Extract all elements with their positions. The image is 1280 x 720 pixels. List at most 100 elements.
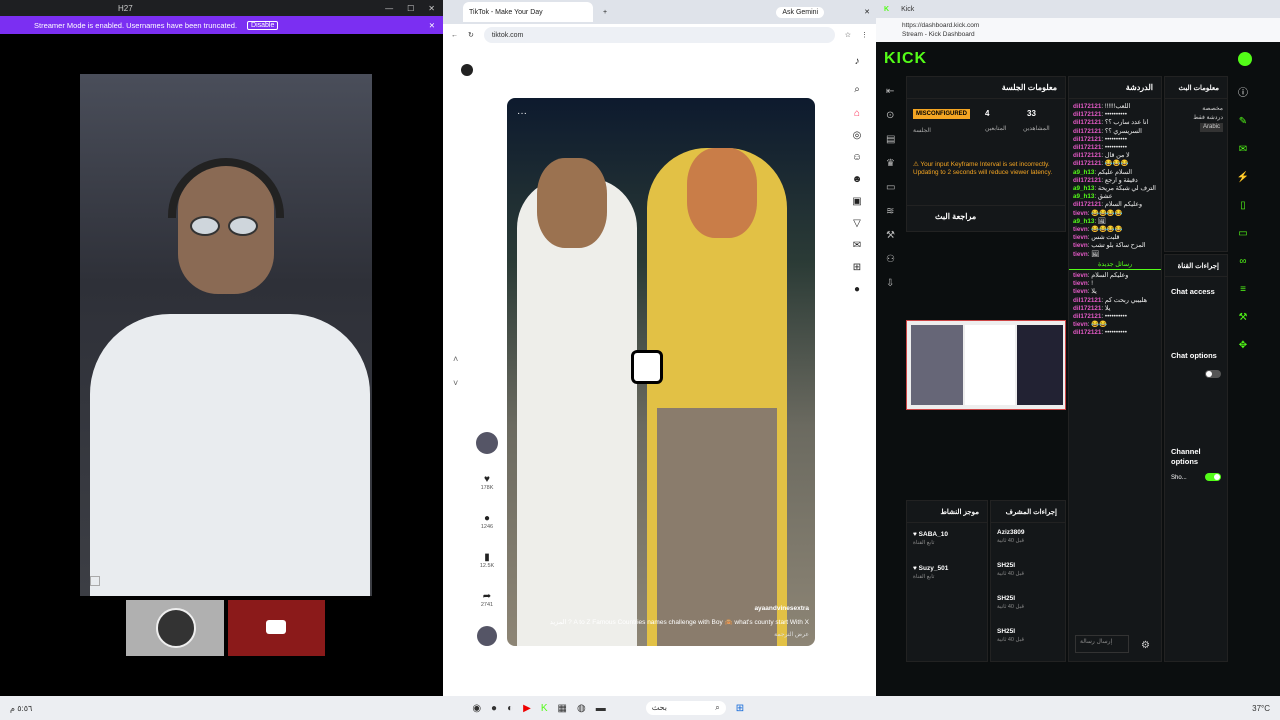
language-tag: Arabic (1199, 123, 1223, 132)
profile-dot[interactable] (461, 64, 473, 76)
friends-icon[interactable]: ☻ (849, 174, 865, 185)
messages-icon[interactable]: ✉ (849, 240, 865, 251)
new-tab-icon[interactable]: + (603, 9, 607, 16)
youtube-icon[interactable]: ▶ (523, 703, 531, 714)
link-icon[interactable]: ∞ (1232, 248, 1254, 276)
puzzle-icon[interactable]: ✥ (1232, 332, 1254, 360)
stream-icon[interactable]: ⊙ (886, 104, 902, 128)
minimize-icon[interactable]: — (385, 4, 393, 13)
music-avatar[interactable] (476, 626, 498, 646)
kick-subtitle: Stream - Kick Dashboard (902, 31, 975, 38)
mod-action-item[interactable]: Aziz3809 قبل 40 ثانية (997, 529, 1059, 562)
show-label: Sho... (1171, 475, 1187, 481)
reload-icon[interactable]: ↻ (468, 31, 474, 39)
bolt-icon[interactable]: ⚡ (1232, 164, 1254, 192)
scroll-up-icon[interactable]: ˄ (453, 354, 458, 364)
download-icon[interactable]: ⇩ (886, 272, 902, 296)
tool-icon[interactable]: ⚒ (1232, 304, 1254, 332)
review-header[interactable]: مراجعة البث (907, 205, 1065, 227)
chat-option-toggle[interactable] (1205, 370, 1221, 379)
list-icon[interactable]: ≡ (1232, 276, 1254, 304)
users-icon[interactable]: ⚇ (886, 248, 902, 272)
user-avatar[interactable] (1238, 52, 1252, 66)
close-icon[interactable]: ✕ (428, 4, 435, 13)
upload-icon[interactable]: ⊞ (849, 262, 865, 273)
trophy-icon[interactable]: ♛ (886, 152, 902, 176)
left-nav: ⇤ ⊙ ▤ ♛ ▭ ≋ ⚒ ⚇ ⇩ (886, 80, 902, 296)
mod-action-item[interactable]: SH25I قبل 40 ثانية (997, 595, 1059, 628)
scroll-down-icon[interactable]: ˅ (453, 378, 458, 388)
maximize-icon[interactable]: ☐ (407, 4, 414, 13)
profile-icon[interactable]: ● (849, 284, 865, 295)
back-icon[interactable]: ← (451, 32, 458, 39)
chrome-icon[interactable]: ◉ (472, 703, 481, 714)
tools-icon[interactable]: ⚒ (886, 224, 902, 248)
chat-input[interactable]: إرسال رسالة (1075, 635, 1129, 653)
popout-icon[interactable] (90, 576, 100, 586)
explore-icon[interactable]: ◎ (849, 130, 865, 141)
tiktok-logo-icon[interactable]: ♪ (849, 56, 865, 67)
taskbar-search[interactable]: بحث ⌕ (645, 701, 726, 715)
close-icon[interactable]: ✕ (429, 21, 435, 30)
activity-item[interactable]: ♥ SABA_10 تابع القناة (913, 531, 981, 565)
kick-titlebar: K Kick (876, 0, 1280, 18)
store-icon[interactable]: ▦ (558, 703, 567, 714)
kick-logo[interactable]: KICK (884, 50, 927, 68)
collapse-icon[interactable]: ⇤ (886, 80, 902, 104)
viewers-value: 33 (1027, 109, 1036, 118)
mod-actions-header: إجراءات المشرف (991, 501, 1065, 523)
mod-action-item[interactable]: SH25I قبل 40 ثانية (997, 628, 1059, 661)
edge-icon[interactable]: ◍ (577, 703, 586, 714)
star-icon[interactable]: ☆ (845, 31, 851, 39)
creator-avatar[interactable] (476, 432, 498, 454)
chart-icon[interactable]: ▤ (886, 128, 902, 152)
windows-icon[interactable]: ⊞ (736, 703, 744, 714)
mail-icon[interactable]: ✉ (1232, 136, 1254, 164)
menu-icon[interactable]: ⋮ (861, 31, 868, 39)
tiktok-video[interactable]: ··· ayaandvinesextra المزيد ? A to Z Fam… (507, 98, 815, 646)
settings-icon[interactable]: ⚙ (1141, 640, 1150, 651)
card-icon[interactable]: ▯ (1232, 192, 1254, 220)
info-icon[interactable]: ⓘ (1232, 80, 1254, 108)
search-icon[interactable]: ⌕ (849, 84, 865, 95)
activity-item[interactable]: ♥ Suzy_501 تابع القناة (913, 565, 981, 599)
close-icon[interactable]: ✕ (864, 8, 870, 16)
folder-icon[interactable]: ▬ (596, 703, 606, 714)
more-icon[interactable]: ··· (517, 108, 527, 119)
stream-preview[interactable] (906, 320, 1066, 410)
video-handle[interactable]: ayaandvinesextra (754, 605, 809, 612)
live-icon[interactable]: ▣ (849, 196, 865, 207)
analytics-icon[interactable]: ≋ (886, 200, 902, 224)
save-button[interactable]: ▮ 12.5K (476, 552, 498, 569)
streamer-mode-banner: Streamer Mode is enabled. Usernames have… (0, 16, 443, 34)
kick-icon[interactable]: K (541, 703, 548, 714)
following-icon[interactable]: ☺ (849, 152, 865, 163)
mod-actions-title: إجراءات المشرف (1005, 508, 1057, 516)
kick-url[interactable]: https://dashboard.kick.com (902, 21, 1254, 30)
discord-icon[interactable]: ◐ (507, 703, 513, 714)
comment-button[interactable]: ● 1246 (476, 513, 498, 530)
home-icon[interactable]: ⌂ (849, 108, 865, 119)
show-toggle[interactable] (1205, 473, 1221, 481)
stream-info-body: مخصصة دردشة فقط Arabic (1165, 99, 1227, 138)
share-button[interactable]: ➦ 2741 (476, 591, 498, 608)
gemini-button[interactable]: Ask Gemini (776, 6, 825, 18)
id-icon[interactable]: ▭ (886, 176, 902, 200)
chat-message: dil172121: دقيقة و ارجع (1073, 176, 1138, 184)
chat-icon[interactable]: ▭ (1232, 220, 1254, 248)
mod-action-item[interactable]: SH25I قبل 40 ثانية (997, 562, 1059, 595)
disable-button[interactable]: Disable (247, 20, 279, 30)
participant-tile[interactable] (126, 600, 224, 656)
translation-link[interactable]: عرض الترجمة (774, 631, 809, 638)
more-link[interactable]: المزيد (550, 619, 566, 626)
camera-off-tile[interactable] (228, 600, 325, 656)
chat-message: dil172121: يلا (1073, 304, 1111, 312)
filter-icon[interactable]: ▽ (849, 218, 865, 229)
url-field[interactable]: tiktok.com (483, 27, 835, 43)
session-title: معلومات الجلسة (1001, 83, 1057, 92)
app-icon[interactable]: ● (491, 703, 497, 714)
edit-icon[interactable]: ✎ (1232, 108, 1254, 136)
like-button[interactable]: ♥ 178K (476, 474, 498, 491)
tab-tiktok[interactable]: TikTok - Make Your Day (463, 2, 593, 22)
activity-header: موجز النشاط (907, 501, 987, 523)
